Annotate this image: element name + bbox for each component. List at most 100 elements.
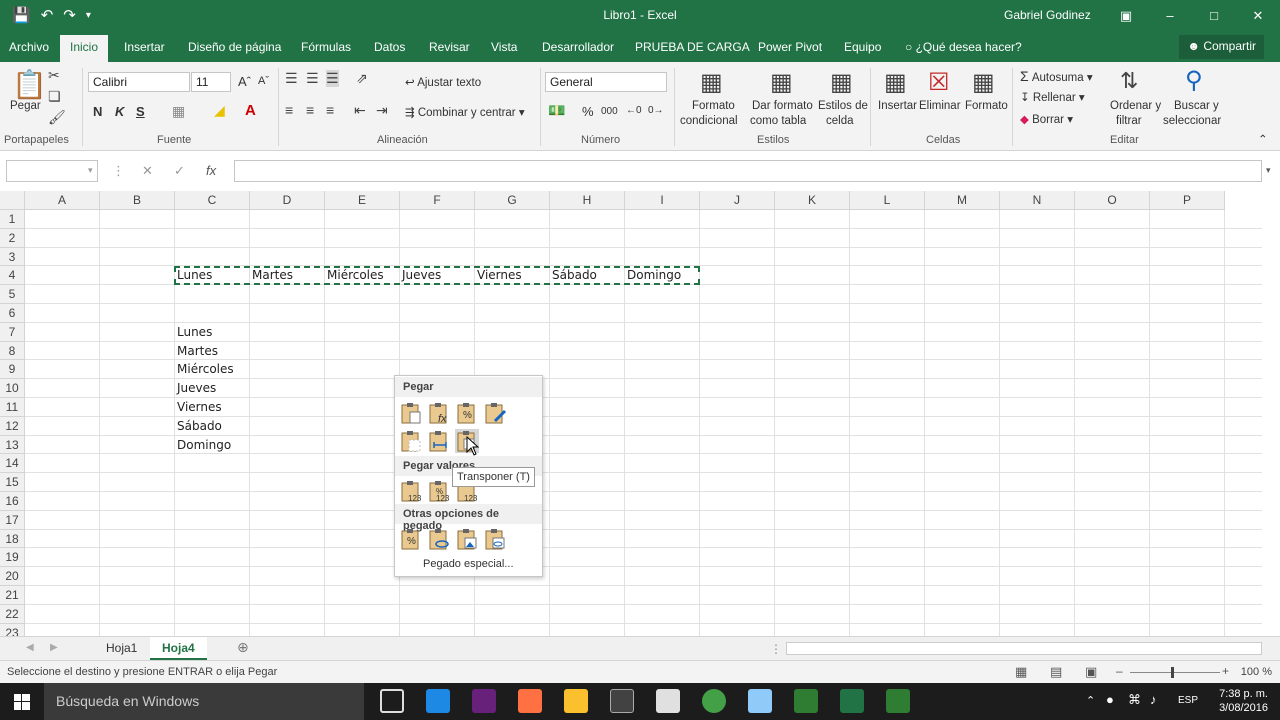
row-header-17[interactable]: 17: [0, 510, 25, 530]
row-header-9[interactable]: 9: [0, 360, 25, 380]
italic-button[interactable]: K: [115, 104, 124, 119]
name-box-dropdown-icon[interactable]: ▾: [88, 165, 93, 176]
normal-view-icon[interactable]: ▦: [1015, 664, 1027, 680]
paste-special-link[interactable]: Pegado especial...: [423, 558, 514, 570]
column-header-n[interactable]: N: [1000, 191, 1075, 210]
tab-power-pivot[interactable]: Power Pivot: [758, 40, 822, 54]
merge-center-button[interactable]: ⇶ Combinar y centrar ▾: [405, 105, 525, 119]
row-header-7[interactable]: 7: [0, 322, 25, 342]
conditional-format-label-2[interactable]: condicional: [680, 115, 738, 127]
visual-studio-icon[interactable]: [472, 689, 496, 713]
cell-c9[interactable]: Miércoles: [177, 362, 234, 376]
paste-values-icon[interactable]: 123: [399, 479, 423, 503]
grow-font-icon[interactable]: Aˆ: [238, 74, 251, 89]
percent-style-button[interactable]: %: [582, 104, 594, 119]
store-icon[interactable]: [610, 689, 634, 713]
calendar-icon[interactable]: [656, 689, 680, 713]
cell-c12[interactable]: Sábado: [177, 419, 222, 433]
paste-link-icon[interactable]: [427, 527, 451, 551]
windows-start-icon[interactable]: [14, 694, 30, 710]
insert-function-button[interactable]: fx: [206, 163, 216, 178]
cell-c7[interactable]: Lunes: [177, 325, 212, 339]
notepad-icon[interactable]: [748, 689, 772, 713]
excel-taskbar-icon[interactable]: [840, 689, 864, 713]
format-painter-icon[interactable]: 🖌: [48, 109, 66, 126]
show-hidden-icons-icon[interactable]: ⌃: [1086, 694, 1095, 707]
page-break-view-icon[interactable]: ▣: [1085, 664, 1097, 680]
horizontal-scrollbar[interactable]: [786, 642, 1262, 655]
font-size-select[interactable]: 11: [191, 72, 231, 92]
row-header-20[interactable]: 20: [0, 567, 25, 586]
zoom-out-icon[interactable]: –: [1116, 664, 1123, 678]
row-header-21[interactable]: 21: [0, 586, 25, 605]
ribbon-display-icon[interactable]: ▣: [1104, 0, 1148, 31]
paste-formulas-number-format-icon[interactable]: %: [455, 401, 479, 425]
bold-button[interactable]: N: [93, 104, 102, 119]
row-header-4[interactable]: 4: [0, 266, 25, 286]
taskbar-search-box[interactable]: Búsqueda en Windows: [44, 683, 364, 720]
decrease-indent-icon[interactable]: ⇤: [354, 102, 366, 119]
fill-button[interactable]: ↧ Rellenar ▾: [1020, 90, 1085, 104]
keep-column-widths-icon[interactable]: [427, 429, 451, 453]
decrease-decimal-icon[interactable]: 0→: [648, 105, 664, 116]
camtasia-icon[interactable]: [794, 689, 818, 713]
cell-styles-label-2[interactable]: celda: [826, 115, 854, 127]
row-header-1[interactable]: 1: [0, 210, 25, 229]
keep-source-formatting-icon[interactable]: [483, 401, 507, 425]
column-header-l[interactable]: L: [850, 191, 925, 210]
row-header-14[interactable]: 14: [0, 454, 25, 474]
format-as-table-label[interactable]: Dar formato: [752, 100, 813, 112]
column-header-p[interactable]: P: [1150, 191, 1225, 210]
no-borders-icon[interactable]: [399, 429, 423, 453]
user-name[interactable]: Gabriel Godinez: [1004, 8, 1091, 22]
wifi-icon[interactable]: ⌘: [1128, 692, 1141, 708]
tab-vista[interactable]: Vista: [491, 40, 517, 54]
column-header-j[interactable]: J: [700, 191, 775, 210]
row-header-2[interactable]: 2: [0, 228, 25, 248]
conditional-format-label[interactable]: Formato: [692, 100, 735, 112]
file-explorer-icon[interactable]: [564, 689, 588, 713]
row-header-10[interactable]: 10: [0, 379, 25, 398]
name-box[interactable]: [6, 160, 98, 182]
cell-c10[interactable]: Jueves: [177, 381, 216, 395]
collapse-ribbon-icon[interactable]: ⌃: [1258, 132, 1268, 146]
zoom-in-icon[interactable]: +: [1222, 664, 1229, 678]
share-button[interactable]: ☻ Compartir: [1179, 35, 1264, 59]
tab-revisar[interactable]: Revisar: [429, 40, 470, 54]
tab-desarrollador[interactable]: Desarrollador: [542, 40, 614, 54]
tab-diseno-pagina[interactable]: Diseño de página: [188, 40, 281, 54]
paste-formulas-icon[interactable]: fx: [427, 401, 451, 425]
align-top-icon[interactable]: ☰: [285, 70, 298, 87]
task-view-icon[interactable]: [380, 689, 404, 713]
increase-indent-icon[interactable]: ⇥: [376, 102, 388, 119]
align-bottom-icon[interactable]: ☰: [326, 70, 339, 87]
input-language[interactable]: ESP: [1178, 695, 1198, 706]
row-header-15[interactable]: 15: [0, 473, 25, 492]
wrap-text-button[interactable]: ↩ Ajustar texto: [405, 75, 481, 89]
find-select-label-2[interactable]: seleccionar: [1163, 115, 1221, 127]
sheet-tab-hoja1[interactable]: Hoja1: [94, 637, 149, 660]
font-color-icon[interactable]: A: [245, 102, 256, 119]
comma-style-button[interactable]: 000: [601, 106, 618, 117]
column-header-d[interactable]: D: [250, 191, 325, 210]
column-header-g[interactable]: G: [475, 191, 550, 210]
media-player-icon[interactable]: [518, 689, 542, 713]
spreadsheet-grid[interactable]: A B C D E F G H I J K L M N O P 1 2 3 4 5 6 7 8 9 10 11 12 13 14 15 16 1…: [0, 191, 1280, 636]
underline-button[interactable]: S: [136, 104, 145, 119]
accounting-format-icon[interactable]: 💵: [548, 102, 565, 119]
paste-formatting-icon[interactable]: %: [399, 527, 423, 551]
tab-formulas[interactable]: Fórmulas: [301, 40, 351, 54]
tab-insertar[interactable]: Insertar: [124, 40, 165, 54]
maximize-icon[interactable]: □: [1192, 0, 1236, 31]
zoom-slider-thumb[interactable]: [1171, 667, 1174, 678]
row-header-22[interactable]: 22: [0, 604, 25, 624]
zoom-level[interactable]: 100 %: [1241, 666, 1272, 678]
number-format-select[interactable]: General: [545, 72, 667, 92]
enter-icon[interactable]: ✓: [174, 163, 185, 179]
volume-icon[interactable]: ♪: [1150, 692, 1157, 707]
align-left-icon[interactable]: ≡: [285, 102, 293, 118]
sheet-tab-hoja4[interactable]: Hoja4: [150, 637, 207, 660]
column-header-i[interactable]: I: [625, 191, 700, 210]
edge-tray-icon[interactable]: ●: [1106, 692, 1114, 707]
tell-me-box[interactable]: ○ ¿Qué desea hacer?: [905, 40, 1022, 54]
